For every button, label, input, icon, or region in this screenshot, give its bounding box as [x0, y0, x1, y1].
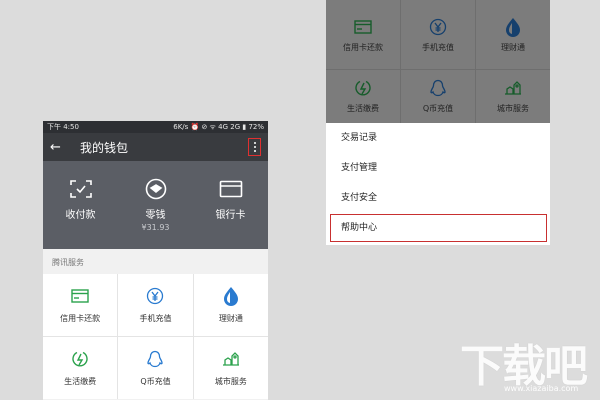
- water-drop-icon: [221, 286, 241, 306]
- menu-item-transactions[interactable]: 交易记录: [326, 123, 550, 153]
- watermark-url: www.xiazaiba.com: [504, 384, 579, 393]
- water-drop-icon: [503, 18, 523, 37]
- service-label: 城市服务: [497, 104, 529, 113]
- service-licaitong: 理财通: [476, 0, 550, 69]
- service-mobile-topup: 手机充值: [401, 0, 475, 69]
- service-label: 信用卡还款: [60, 313, 101, 323]
- service-label: 理财通: [501, 43, 525, 52]
- yen-coin-icon: [145, 287, 165, 305]
- penguin-icon: [145, 350, 165, 368]
- wallet-item-change[interactable]: 零钱 ¥31.93: [118, 161, 193, 249]
- status-time: 下午 4:50: [47, 123, 79, 131]
- service-city: 城市服务: [476, 70, 550, 123]
- yen-coin-icon: [428, 18, 448, 36]
- status-bar: 下午 4:50 6K/s ⏰ ⊘ ᯤ 4G 2G ▮ 72%: [43, 121, 268, 133]
- wallet-item-label: 零钱: [145, 210, 166, 221]
- service-label: Q币充值: [140, 376, 171, 386]
- city-icon: [503, 79, 523, 97]
- service-label: 生活缴费: [347, 104, 379, 113]
- page-title: 我的钱包: [80, 140, 129, 155]
- scan-check-icon: [68, 178, 94, 200]
- service-label: 手机充值: [139, 313, 172, 323]
- coin-icon: [143, 178, 169, 200]
- site-watermark: 下载吧 www.xiazaiba.com: [456, 330, 596, 396]
- menu-item-help-center[interactable]: 帮助中心: [330, 214, 547, 242]
- bank-card-icon: [218, 178, 244, 200]
- lightning-icon: [353, 79, 373, 97]
- service-licaitong[interactable]: 理财通: [193, 274, 268, 336]
- wallet-menu-screen: 信用卡还款 手机充值 理财通 生活缴费 Q币充值 城市服务 交易记录 支付管理 …: [326, 0, 550, 245]
- wallet-item-label: 银行卡: [215, 210, 246, 221]
- back-button[interactable]: ←: [50, 140, 68, 155]
- menu-item-payment-management[interactable]: 支付管理: [326, 153, 550, 183]
- credit-card-icon: [70, 287, 90, 305]
- service-label: Q币充值: [422, 104, 454, 113]
- dimmed-service-grid: 信用卡还款 手机充值 理财通 生活缴费 Q币充值 城市服务: [326, 0, 550, 123]
- section-title: 腾讯服务: [43, 249, 268, 274]
- credit-card-icon: [353, 18, 373, 36]
- service-label: 手机充值: [422, 43, 454, 52]
- service-qcoin[interactable]: Q币充值: [118, 337, 193, 399]
- service-credit-card: 信用卡还款: [326, 0, 400, 69]
- status-indicators: 6K/s ⏰ ⊘ ᯤ 4G 2G ▮ 72%: [173, 123, 264, 131]
- service-utility[interactable]: 生活缴费: [43, 337, 118, 399]
- menu-item-payment-security[interactable]: 支付安全: [326, 183, 550, 213]
- service-city[interactable]: 城市服务: [193, 337, 268, 399]
- wallet-summary: 收付款 零钱 ¥31.93 银行卡: [43, 161, 268, 249]
- service-mobile-topup[interactable]: 手机充值: [118, 274, 193, 336]
- city-icon: [221, 350, 241, 368]
- lightning-icon: [70, 350, 90, 368]
- wallet-screen: 下午 4:50 6K/s ⏰ ⊘ ᯤ 4G 2G ▮ 72% ← 我的钱包 收付…: [43, 121, 268, 400]
- service-label: 理财通: [218, 313, 243, 323]
- service-label: 信用卡还款: [343, 43, 383, 52]
- wallet-item-label: 收付款: [65, 210, 96, 221]
- service-label: 城市服务: [214, 376, 247, 386]
- overflow-menu: 交易记录 支付管理 支付安全 帮助中心: [326, 123, 550, 242]
- service-label: 生活缴费: [64, 376, 97, 386]
- service-credit-card[interactable]: 信用卡还款: [43, 274, 118, 336]
- nav-bar: ← 我的钱包: [43, 133, 268, 161]
- wallet-item-bankcard[interactable]: 银行卡: [193, 161, 268, 249]
- more-menu-button[interactable]: [248, 138, 261, 156]
- service-qcoin: Q币充值: [401, 70, 475, 123]
- wallet-item-pay[interactable]: 收付款: [43, 161, 118, 249]
- wallet-balance: ¥31.93: [141, 223, 170, 232]
- service-utility: 生活缴费: [326, 70, 400, 123]
- service-grid: 信用卡还款 手机充值 理财通 生活缴费 Q币充值 城市服务: [43, 274, 268, 399]
- penguin-icon: [428, 79, 448, 97]
